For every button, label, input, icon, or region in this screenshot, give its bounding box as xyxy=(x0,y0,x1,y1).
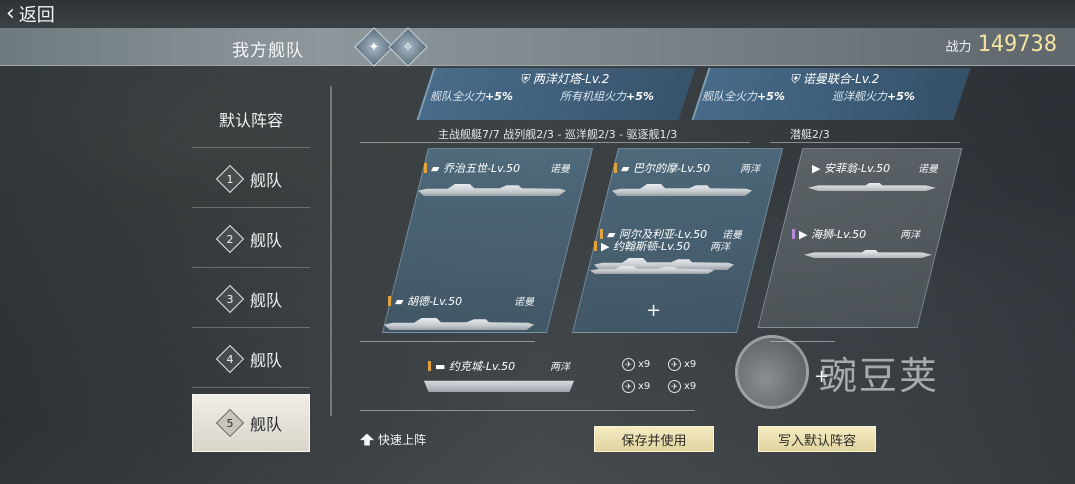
ship-faction: 两洋 xyxy=(900,230,920,241)
buff-effect: 所有机组火力+5% xyxy=(560,90,654,103)
bomber-squad[interactable]: ✈ x9 xyxy=(668,358,696,371)
combat-power: 战力 149738 xyxy=(946,32,1058,57)
write-default-button[interactable]: 写入默认阵容 xyxy=(758,426,876,452)
ship-type-icon: ▶ xyxy=(601,240,610,253)
diamond-number-icon: 2 xyxy=(215,224,245,253)
fighter-squad[interactable]: ✈ x9 xyxy=(622,358,650,371)
ship-name[interactable]: ▬ 约克城-Lv.50 xyxy=(428,358,515,374)
ship-name[interactable]: ▰ 乔治五世-Lv.50 xyxy=(424,160,520,176)
ship-name[interactable]: ▰ 胡德-Lv.50 xyxy=(388,293,462,309)
shield-icon: ⛨ xyxy=(520,72,530,86)
back-button[interactable]: ‹ 返回 xyxy=(6,1,55,27)
divider xyxy=(360,410,695,411)
dive-bomber-squad[interactable]: ✈ x9 xyxy=(668,380,696,393)
sidebar-item-fleet-1[interactable]: 1 舰队 xyxy=(192,150,310,208)
chevron-left-icon: ‹ xyxy=(6,1,15,26)
sidebar-divider xyxy=(330,86,332,416)
buff-effect: 巡洋舰火力+5% xyxy=(832,90,915,103)
ship-name[interactable]: ▰ 巴尔的摩-Lv.50 xyxy=(614,160,710,176)
buff-title: ⛨ 两洋灯塔-Lv.2 xyxy=(520,72,610,86)
sidebar-item-label: 舰队 xyxy=(249,415,282,434)
page-title: 我方舰队 xyxy=(232,41,304,61)
divider xyxy=(360,341,535,342)
save-use-button[interactable]: 保存并使用 xyxy=(594,426,714,452)
title-band: 我方舰队 xyxy=(0,28,1075,66)
ship-faction: 两洋 xyxy=(550,362,570,373)
dive-bomber-icon: ✈ xyxy=(668,380,681,393)
ship-name[interactable]: ▶ 约翰斯顿-Lv.50 xyxy=(594,238,690,254)
sidebar-item-fleet-3[interactable]: 3 舰队 xyxy=(192,270,310,328)
alliance-icon: ⛨ xyxy=(790,72,800,86)
carrier-type-icon: ▬ xyxy=(435,360,446,373)
sidebar-item-label: 舰队 xyxy=(249,230,282,250)
diamond-number-icon: 5 xyxy=(215,408,245,438)
sidebar-item-label: 舰队 xyxy=(249,350,282,370)
ship-faction: 诺曼 xyxy=(550,164,570,175)
ship-faction: 两洋 xyxy=(740,164,760,175)
diamond-number-icon: 4 xyxy=(215,344,245,373)
divider xyxy=(770,142,960,143)
fighter-icon: ✈ xyxy=(622,358,635,371)
torpedo-bomber-icon: ✈ xyxy=(622,380,635,393)
add-ship-button[interactable]: + xyxy=(646,300,661,321)
ship-faction: 诺曼 xyxy=(918,164,938,175)
power-label: 战力 xyxy=(945,40,972,55)
buff-effect: 舰队全火力+5% xyxy=(430,90,513,103)
ship-faction: 两洋 xyxy=(710,242,730,253)
sidebar-item-fleet-5[interactable]: 5 舰队 xyxy=(192,394,310,452)
submarine-summary: 潜艇2/3 xyxy=(790,128,830,141)
top-bar: ‹ 返回 xyxy=(0,0,1075,28)
sidebar-item-fleet-2[interactable]: 2 舰队 xyxy=(192,210,310,268)
sidebar-item-fleet-4[interactable]: 4 舰队 xyxy=(192,330,310,388)
quick-deploy-button[interactable]: 快速上阵 xyxy=(360,431,426,448)
ship-type-icon: ▰ xyxy=(431,162,440,175)
ship-type-icon: ▰ xyxy=(395,295,404,308)
fleet-summary: 主战舰艇7/7 战列舰2/3 - 巡洋舰2/3 - 驱逐舰1/3 xyxy=(438,128,678,141)
divider xyxy=(360,142,750,143)
ship-name[interactable]: ▶ 安菲翁-Lv.50 xyxy=(812,160,890,176)
diamond-number-icon: 1 xyxy=(215,164,245,193)
sidebar-item-default[interactable]: 默认阵容 xyxy=(192,90,310,148)
diamond-number-icon: 3 xyxy=(215,284,245,313)
submarine-type-icon: ▶ xyxy=(799,228,808,241)
submarine-type-icon: ▶ xyxy=(812,162,821,175)
buff-title: ⛨ 诺曼联合-Lv.2 xyxy=(790,72,880,86)
wandoujia-logo-icon xyxy=(735,335,809,409)
watermark: 豌豆荚 xyxy=(735,335,939,409)
sidebar-item-label: 舰队 xyxy=(249,290,282,310)
ship-name[interactable]: ▶ 海狮-Lv.50 xyxy=(792,226,866,242)
upload-icon xyxy=(360,433,374,446)
buff-effect: 舰队全火力+5% xyxy=(702,90,785,103)
ship-type-icon: ▰ xyxy=(621,162,630,175)
power-value: 149738 xyxy=(977,32,1057,57)
sidebar-item-label: 舰队 xyxy=(249,170,282,190)
bomber-icon: ✈ xyxy=(668,358,681,371)
back-label: 返回 xyxy=(18,5,55,26)
torpedo-squad[interactable]: ✈ x9 xyxy=(622,380,650,393)
sidebar-item-label: 默认阵容 xyxy=(218,110,283,130)
ship-faction: 诺曼 xyxy=(514,297,534,308)
